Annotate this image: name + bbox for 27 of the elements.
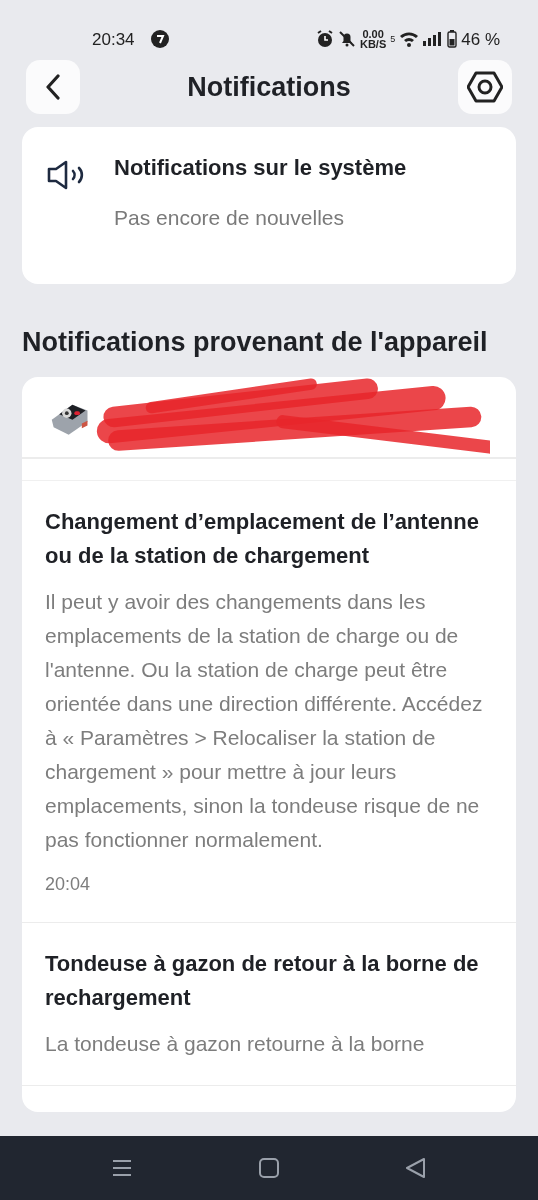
- notification-text: Il peut y avoir des changements dans les emplacements de la station de charge ou de l'antenne. Ou la station de charge peut être orientée dans une direction différente. Accédez à « Paramètres > Relocaliser la station de chargement » pour mettre à jour leurs emplacements, sinon la tondeuse risque de ne pas fonctionner normalement.: [45, 588, 484, 853]
- card-title: Notifications sur le système: [114, 154, 407, 183]
- signal-icon: [423, 32, 444, 47]
- alarm-icon: [315, 30, 334, 49]
- card-subtitle: Pas encore de nouvelles: [114, 205, 345, 232]
- battery-text: 46 %: [461, 28, 500, 51]
- network-speed-text: 0.00: [362, 29, 384, 40]
- wifi-icon: [399, 31, 420, 48]
- back-button[interactable]: [26, 60, 80, 115]
- back-icon: [45, 74, 61, 101]
- wifi-band-text: 5: [390, 32, 396, 46]
- back-icon[interactable]: [405, 1157, 428, 1178]
- muted-bell-icon: [337, 30, 356, 49]
- clock-text: 20:34: [92, 28, 135, 51]
- section-heading: Notifications provenant de l'appareil: [22, 326, 489, 360]
- settings-icon: [467, 71, 503, 104]
- page-title: Notifications: [187, 70, 351, 104]
- notification-title: Tondeuse à gazon de retour à la borne de rechargement: [45, 949, 480, 1012]
- battery-icon: [447, 30, 458, 49]
- network-speed-unit: KB/S: [359, 39, 387, 50]
- home-icon[interactable]: [258, 1157, 280, 1178]
- notification-text: La tondeuse à gazon retourne à la borne: [45, 1030, 426, 1057]
- menu-icon[interactable]: [110, 1157, 133, 1178]
- notification-time: 20:04: [45, 872, 92, 896]
- app-icon: [150, 30, 169, 49]
- settings-button[interactable]: [458, 60, 512, 115]
- notification-title: Changement d’emplacement de l’antenne ou de la station de chargement: [45, 507, 480, 570]
